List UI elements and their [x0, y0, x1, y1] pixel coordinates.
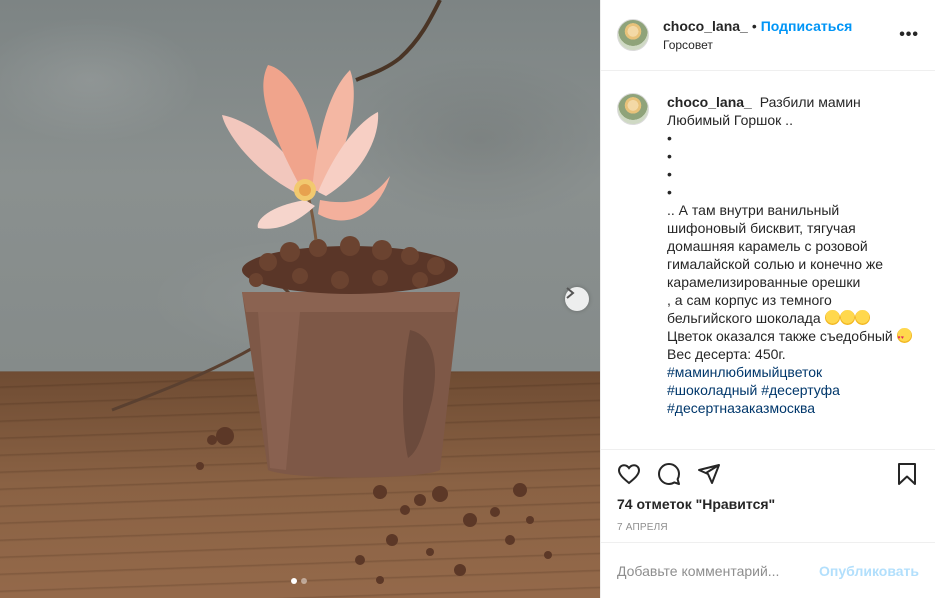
hashtag-link[interactable]: #десертназаказмосква	[667, 400, 815, 416]
add-comment-bar: Опубликовать	[601, 542, 935, 598]
caption-bullet: •	[667, 184, 672, 200]
bookmark-icon[interactable]	[895, 462, 919, 486]
separator-dot: •	[751, 18, 757, 34]
caption-line: Вес десерта: 450г.	[667, 346, 786, 362]
post-photo[interactable]	[0, 0, 600, 598]
caption-bullet: •	[667, 148, 672, 164]
actions-area: 74 отметок "Нравится" 7 апреля	[601, 449, 935, 542]
carousel-indicator	[291, 578, 307, 584]
hashtag-link[interactable]: #маминлюбимыйцветок	[667, 364, 822, 380]
post-date[interactable]: 7 апреля	[617, 522, 919, 533]
share-icon[interactable]	[697, 462, 721, 486]
caption-bullet: •	[667, 166, 672, 182]
more-options-icon[interactable]: •••	[899, 26, 919, 44]
action-icons	[617, 460, 919, 488]
caption-line: Цветок оказался также съедобный	[667, 328, 893, 344]
hashtag-link[interactable]: #шоколадный	[667, 382, 757, 398]
relieved-emoji-icon	[824, 310, 840, 325]
follow-button[interactable]: Подписаться	[761, 18, 853, 34]
caption-bullet: •	[667, 130, 672, 146]
caption: choco_lana_ Разбили мамин Любимый Горшок…	[667, 93, 917, 449]
instagram-post: choco_lana_ • Подписаться Горсовет ••• c…	[0, 0, 935, 598]
comments-section: choco_lana_ Разбили мамин Любимый Горшок…	[601, 71, 935, 449]
comment-icon[interactable]	[657, 462, 681, 486]
hashtag-link[interactable]: #десертуфа	[761, 382, 840, 398]
heart-icon[interactable]	[617, 462, 641, 486]
avatar[interactable]	[617, 93, 649, 125]
likes-count[interactable]: 74 отметок "Нравится"	[617, 496, 919, 512]
dessert-illustration	[111, 0, 552, 584]
publish-button[interactable]: Опубликовать	[819, 563, 919, 579]
caption-line: , а сам корпус из темного бельгийского ш…	[667, 292, 832, 326]
chevron-right-icon	[566, 287, 575, 299]
caption-line-with-emoji: , а сам корпус из темного бельгийского ш…	[667, 291, 917, 327]
header-line: choco_lana_ • Подписаться	[663, 18, 852, 34]
heart-eyes-emoji-icon	[896, 328, 912, 347]
username-link[interactable]: choco_lana_	[663, 18, 748, 34]
carousel-next-button[interactable]	[565, 287, 589, 311]
caption-line: .. А там внутри ванильный шифоновый биск…	[667, 202, 884, 290]
caption-line-with-emoji: Цветок оказался также съедобный	[667, 327, 917, 347]
header-text: choco_lana_ • Подписаться Горсовет	[663, 18, 852, 52]
relieved-emoji-icon	[839, 310, 855, 325]
comment-input[interactable]	[617, 562, 820, 579]
relieved-emoji-icon	[854, 310, 870, 325]
location-link[interactable]: Горсовет	[663, 38, 852, 52]
avatar[interactable]	[617, 19, 649, 51]
post-header: choco_lana_ • Подписаться Горсовет •••	[601, 0, 935, 71]
caption-username[interactable]: choco_lana_	[667, 94, 752, 110]
post-side-panel: choco_lana_ • Подписаться Горсовет ••• c…	[600, 0, 935, 598]
carousel-dot	[301, 578, 307, 584]
carousel-dot-active	[291, 578, 297, 584]
